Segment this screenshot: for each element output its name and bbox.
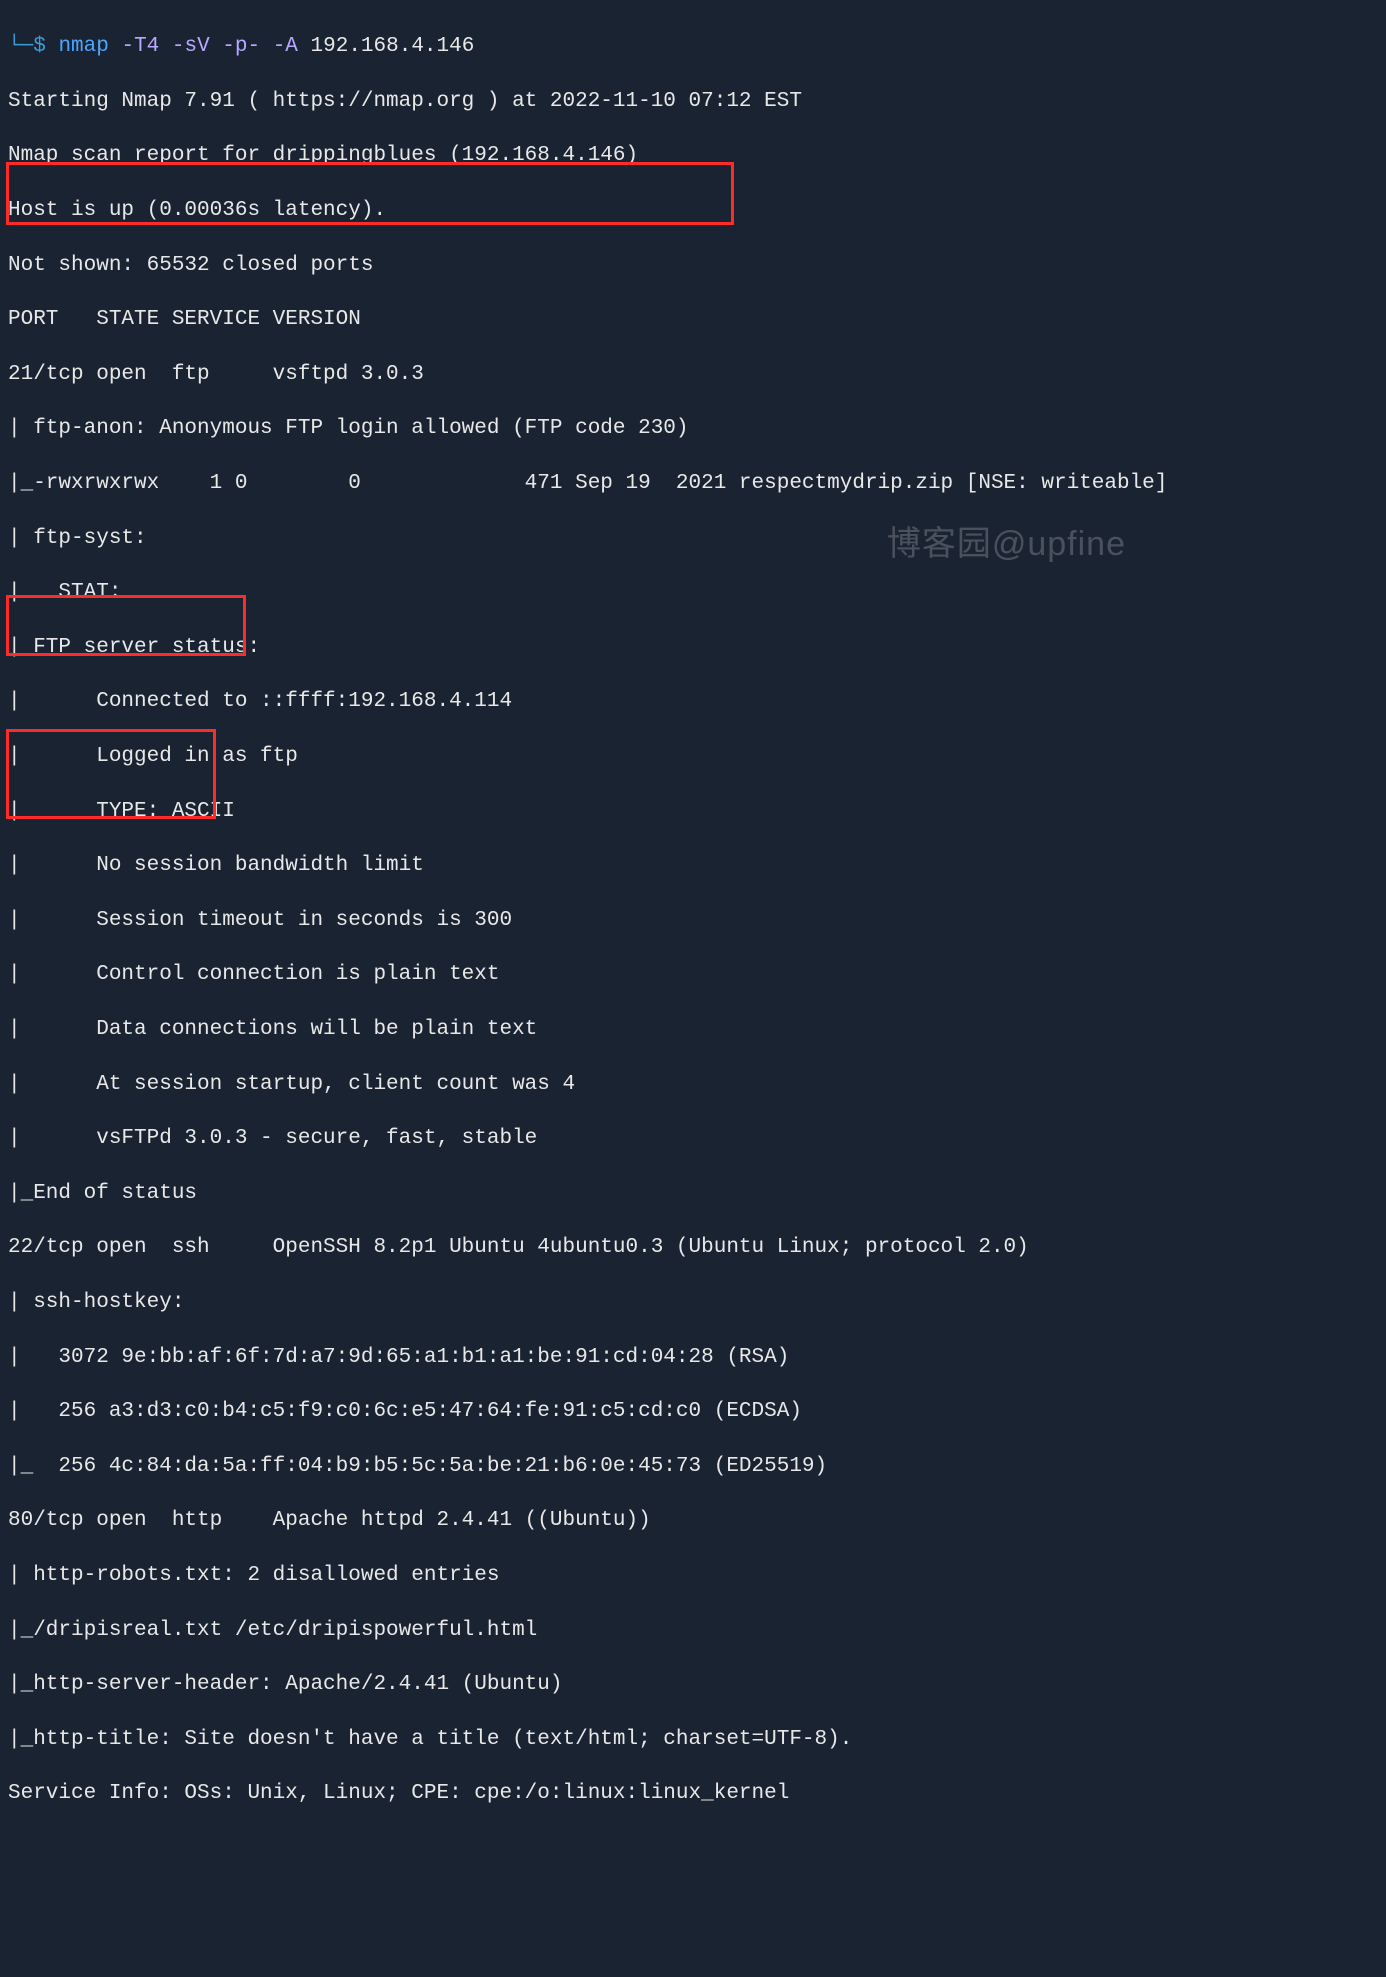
output-line: Nmap scan report for drippingblues (192.…: [8, 142, 1378, 169]
output-line: | ftp-syst:: [8, 525, 1378, 552]
output-line: |_http-title: Site doesn't have a title …: [8, 1726, 1378, 1753]
output-line: |_-rwxrwxrwx 1 0 0 471 Sep 19 2021 respe…: [8, 470, 1378, 497]
output-line: |_End of status: [8, 1180, 1378, 1207]
output-line: | Data connections will be plain text: [8, 1016, 1378, 1043]
output-line: | 3072 9e:bb:af:6f:7d:a7:9d:65:a1:b1:a1:…: [8, 1344, 1378, 1371]
output-line: | At session startup, client count was 4: [8, 1071, 1378, 1098]
output-line: | Connected to ::ffff:192.168.4.114: [8, 688, 1378, 715]
prompt-line: └─$ nmap -T4 -sV -p- -A 192.168.4.146: [8, 33, 1378, 60]
command: nmap: [58, 35, 108, 58]
prompt-dollar: $: [33, 35, 46, 58]
output-line: | http-robots.txt: 2 disallowed entries: [8, 1562, 1378, 1589]
output-line: | 256 a3:d3:c0:b4:c5:f9:c0:6c:e5:47:64:f…: [8, 1398, 1378, 1425]
output-line: | TYPE: ASCII: [8, 798, 1378, 825]
output-line: Not shown: 65532 closed ports: [8, 252, 1378, 279]
prompt-arrow: └─: [8, 35, 33, 58]
output-line: 21/tcp open ftp vsftpd 3.0.3: [8, 361, 1378, 388]
output-line: | FTP server status:: [8, 634, 1378, 661]
output-line: Starting Nmap 7.91 ( https://nmap.org ) …: [8, 88, 1378, 115]
output-line: | ssh-hostkey:: [8, 1289, 1378, 1316]
output-line: PORT STATE SERVICE VERSION: [8, 306, 1378, 333]
output-line: |_ 256 4c:84:da:5a:ff:04:b9:b5:5c:5a:be:…: [8, 1453, 1378, 1480]
target-ip: 192.168.4.146: [311, 35, 475, 58]
terminal-output[interactable]: └─$ nmap -T4 -sV -p- -A 192.168.4.146 St…: [0, 0, 1386, 1977]
command-flags: -T4 -sV -p- -A: [121, 35, 297, 58]
output-line: | Control connection is plain text: [8, 961, 1378, 988]
output-line: |_/dripisreal.txt /etc/dripispowerful.ht…: [8, 1617, 1378, 1644]
output-line: 80/tcp open http Apache httpd 2.4.41 ((U…: [8, 1507, 1378, 1534]
output-line: | vsFTPd 3.0.3 - secure, fast, stable: [8, 1125, 1378, 1152]
output-line: | Logged in as ftp: [8, 743, 1378, 770]
output-line: | Session timeout in seconds is 300: [8, 907, 1378, 934]
output-line: 22/tcp open ssh OpenSSH 8.2p1 Ubuntu 4ub…: [8, 1234, 1378, 1261]
output-line: | ftp-anon: Anonymous FTP login allowed …: [8, 415, 1378, 442]
output-line: | STAT:: [8, 579, 1378, 606]
output-line: | No session bandwidth limit: [8, 852, 1378, 879]
output-line: |_http-server-header: Apache/2.4.41 (Ubu…: [8, 1671, 1378, 1698]
output-line: Host is up (0.00036s latency).: [8, 197, 1378, 224]
output-line: Service Info: OSs: Unix, Linux; CPE: cpe…: [8, 1780, 1378, 1807]
